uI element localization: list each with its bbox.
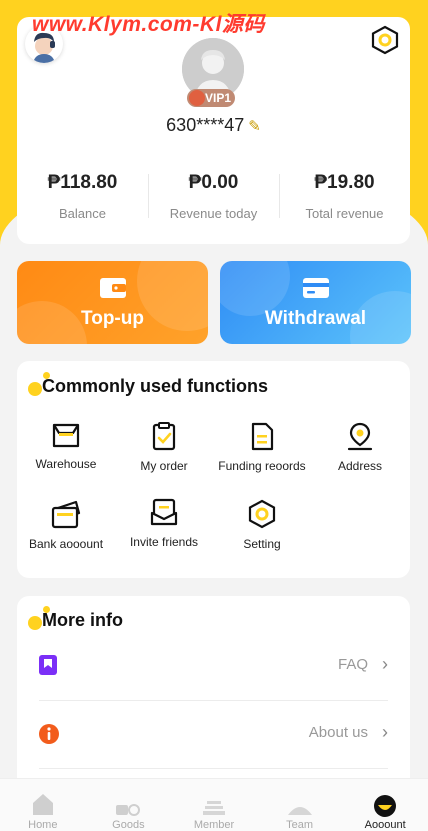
info-row-faq[interactable]: FAQ ›: [37, 648, 390, 688]
chevron-right-icon: ›: [382, 722, 388, 742]
tab-goods[interactable]: Goods: [86, 779, 172, 831]
user-phone: 630****47 ✎: [17, 115, 410, 136]
goods-icon: [86, 787, 172, 817]
member-icon: [171, 787, 257, 817]
bottom-tab-bar: Home Goods Member Team Aooount: [0, 778, 428, 831]
home-icon: [0, 787, 86, 817]
edit-pencil-icon[interactable]: ✎: [248, 117, 261, 135]
functions-card: Commonly used functions Warehouse My ord…: [17, 361, 410, 578]
func-label: Invite friends: [129, 535, 199, 549]
bank-card-icon: [51, 500, 81, 529]
func-label: Address: [337, 459, 383, 473]
tab-label: Member: [193, 819, 235, 831]
func-label: Warehouse: [35, 457, 97, 471]
func-invite-friends[interactable]: Invite friends: [115, 497, 213, 549]
tab-member[interactable]: Member: [171, 779, 257, 831]
stat-value: ₱118.80: [47, 172, 118, 193]
func-label: Funding reoords: [218, 459, 306, 473]
team-icon: [257, 787, 343, 817]
stat-label: Total revenue: [305, 206, 384, 221]
func-label: Bank aooount: [28, 537, 104, 551]
func-warehouse[interactable]: Warehouse: [17, 421, 115, 471]
divider: [39, 768, 388, 769]
stat-label: Revenue today: [169, 206, 258, 221]
bookmark-icon: [39, 655, 57, 675]
withdrawal-label: Withdrawal: [264, 308, 367, 329]
func-bank-account[interactable]: Bank aooount: [17, 499, 115, 551]
func-my-order[interactable]: My order: [115, 421, 213, 473]
tab-label: Aooount: [364, 819, 406, 831]
func-address[interactable]: Address: [311, 421, 409, 473]
stat-label: Balance: [59, 206, 106, 221]
info-label: FAQ: [337, 656, 368, 673]
info-label: About us: [308, 724, 368, 741]
wallet-icon: [17, 277, 208, 299]
tab-team[interactable]: Team: [257, 779, 343, 831]
info-row-about[interactable]: About us ›: [37, 716, 390, 756]
card-icon: [220, 277, 411, 299]
func-label: My order: [140, 459, 188, 473]
func-label: Setting: [243, 537, 281, 551]
tab-label: Goods: [112, 819, 145, 831]
records-icon: [251, 422, 274, 451]
topup-button[interactable]: Top-up: [17, 261, 208, 344]
vip-badge: VIP1: [187, 89, 236, 107]
info-icon: [39, 724, 59, 744]
stat-balance: ₱118.80 Balance: [17, 172, 148, 222]
functions-title: Commonly used functions: [42, 376, 269, 396]
warehouse-icon: [52, 423, 80, 448]
profile-card: VIP1 630****47 ✎ ₱118.80 Balance ₱0.00 Re…: [17, 17, 410, 244]
settings-hex-icon: [248, 499, 276, 529]
invite-icon: [150, 498, 178, 526]
vip-icon: [189, 90, 205, 106]
stats-row: ₱118.80 Balance ₱0.00 Revenue today ₱19.…: [17, 172, 410, 222]
func-setting[interactable]: Setting: [213, 499, 311, 551]
func-funding-records[interactable]: Funding reoords: [213, 421, 311, 473]
stat-total-revenue: ₱19.80 Total revenue: [279, 172, 410, 222]
chevron-right-icon: ›: [382, 654, 388, 674]
stat-value: ₱0.00: [188, 172, 239, 193]
more-info-card: More info FAQ › About us ›: [17, 596, 410, 796]
tab-account[interactable]: Aooount: [342, 779, 428, 831]
title-dot-decor: [28, 382, 42, 396]
more-info-title: More info: [42, 610, 123, 630]
stat-revenue-today: ₱0.00 Revenue today: [148, 172, 279, 222]
withdrawal-button[interactable]: Withdrawal: [220, 261, 411, 344]
phone-text: 630****47: [166, 115, 245, 135]
tab-home[interactable]: Home: [0, 779, 86, 831]
title-dot-decor: [28, 616, 42, 630]
settings-icon[interactable]: [370, 25, 400, 55]
order-icon: [152, 422, 176, 451]
divider: [39, 700, 388, 701]
tab-label: Home: [28, 819, 58, 831]
watermark-text: www.Klym.com-Kl源码: [32, 13, 265, 36]
tab-label: Team: [286, 819, 314, 831]
location-icon: [347, 422, 373, 451]
stat-value: ₱19.80: [314, 172, 375, 193]
topup-label: Top-up: [81, 308, 144, 329]
account-icon: [342, 787, 428, 817]
vip-label: VIP1: [205, 91, 232, 105]
